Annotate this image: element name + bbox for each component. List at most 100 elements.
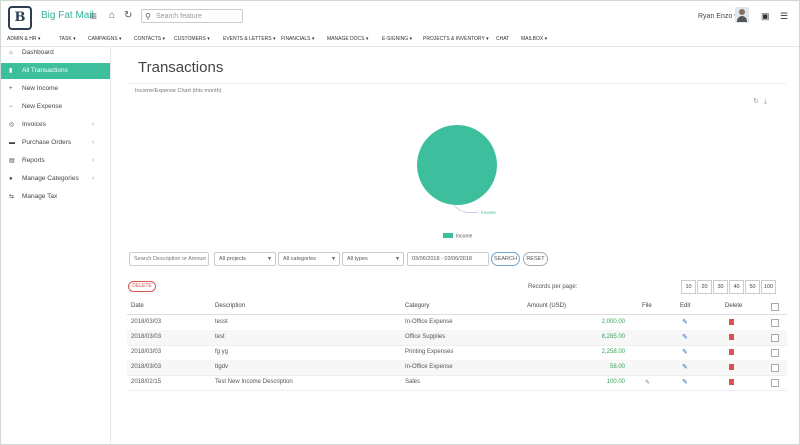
sidebar-item-reports[interactable]: ▤ Reports ‹: [1, 153, 110, 169]
menu-customers[interactable]: CUSTOMERS ▾: [174, 36, 210, 42]
table-row[interactable]: 2018/02/15 Test New Income Description Sal…: [127, 375, 787, 391]
sidebar-item-manage-tax[interactable]: ⇆ Manage Tax: [1, 189, 110, 205]
table-row[interactable]: 2018/03/03 ttgdv In-Office Expense 58.00 ✎: [127, 360, 787, 376]
delete-icon[interactable]: [729, 334, 734, 340]
reset-button[interactable]: RESET: [523, 252, 548, 266]
sidebar-item-label: New Expense: [22, 103, 63, 110]
menu-contacts[interactable]: CONTACTS ▾: [134, 36, 165, 42]
menu-events-letters[interactable]: EVENTS & LETTERS ▾: [223, 36, 276, 42]
user-list-icon[interactable]: ☰: [780, 11, 788, 22]
menu-manage-docs[interactable]: MANAGE DOCS ▾: [327, 36, 368, 42]
row-description: Test New Income Description: [215, 379, 293, 385]
edit-icon[interactable]: ✎: [682, 363, 688, 371]
delete-icon[interactable]: [729, 319, 734, 325]
row-amount: 8,285.00: [601, 334, 625, 340]
edit-icon[interactable]: ✎: [682, 378, 688, 386]
legend-label[interactable]: Income: [456, 234, 473, 240]
delete-icon[interactable]: [729, 379, 734, 385]
row-category: In-Office Expense: [405, 364, 453, 370]
menu-e-signing[interactable]: E-SIGNING ▾: [382, 36, 412, 42]
edit-icon[interactable]: ✎: [682, 318, 688, 326]
row-checkbox[interactable]: [771, 334, 779, 342]
menu-chat[interactable]: CHAT: [496, 36, 509, 42]
page-size-30-button[interactable]: 30: [713, 280, 728, 294]
app-logo[interactable]: B: [8, 6, 32, 30]
row-amount: 2,258.00: [601, 349, 625, 355]
column-amount[interactable]: Amount (USD): [527, 303, 566, 309]
table-row[interactable]: 2018/03/03 tesst In-Office Expense 2,000.00…: [127, 315, 787, 331]
delete-button[interactable]: DELETE: [128, 281, 156, 292]
sidebar-item-new-expense[interactable]: − New Expense: [1, 99, 110, 115]
edit-icon[interactable]: ✎: [682, 348, 688, 356]
menu-projects-inventory[interactable]: PROJECTS & INVENTORY ▾: [423, 36, 489, 42]
types-select[interactable]: All types ▼: [342, 252, 404, 266]
menu-mailbox[interactable]: MAILBOX ▾: [521, 36, 547, 42]
menu-campaigns[interactable]: CAMPAIGNS ▾: [88, 36, 122, 42]
projects-select[interactable]: All projects ▼: [214, 252, 276, 266]
sidebar-item-label: New Income: [22, 85, 59, 92]
row-checkbox[interactable]: [771, 364, 779, 372]
delete-icon[interactable]: [729, 364, 734, 370]
chevron-down-icon: ▼: [395, 256, 400, 262]
brand-name[interactable]: Big Fat Mail: [41, 10, 94, 21]
menu-task[interactable]: TASK ▾: [59, 36, 76, 42]
categories-select[interactable]: All categories ▼: [278, 252, 340, 266]
description-search-input[interactable]: [129, 252, 209, 266]
sidebar-item-manage-categories[interactable]: ● Manage Categories ‹: [1, 171, 110, 187]
row-amount: 100.00: [606, 379, 625, 385]
date-range-input[interactable]: 03/06/2018 - 03/06/2018: [407, 252, 489, 266]
page-size-10-button[interactable]: 10: [681, 280, 696, 294]
table-row[interactable]: 2018/03/03 fg yg Printing Expenses 2,258.00…: [127, 345, 787, 361]
row-date: 2018/03/03: [131, 364, 162, 370]
sidebar-item-all-transactions[interactable]: ▮ All Transactions: [1, 63, 110, 79]
table-header: Date Description Category Amount (USD) F…: [127, 299, 787, 315]
sidebar-item-dashboard[interactable]: ⌂ Dashboard: [1, 45, 110, 61]
row-checkbox[interactable]: [771, 349, 779, 357]
pie-slice-income[interactable]: [417, 125, 497, 205]
column-category[interactable]: Category: [405, 303, 429, 309]
refresh-icon[interactable]: ↻: [124, 10, 132, 21]
avatar[interactable]: [735, 7, 749, 23]
sidebar-item-label: Invoices: [22, 121, 46, 128]
sidebar-item-purchase-orders[interactable]: ▬ Purchase Orders ‹: [1, 135, 110, 151]
menu-admin-hr[interactable]: ADMIN & HR ▾: [7, 36, 40, 42]
category-icon: ●: [9, 176, 13, 182]
sidebar-item-invoices[interactable]: ◎ Invoices ‹: [1, 117, 110, 133]
menu-financials[interactable]: FINANCIALS ▾: [281, 36, 314, 42]
invoice-icon: ◎: [9, 122, 15, 128]
search-icon: ⚲: [145, 12, 151, 21]
delete-icon[interactable]: [729, 349, 734, 355]
row-checkbox[interactable]: [771, 379, 779, 387]
row-description: fg yg: [215, 349, 229, 355]
column-description[interactable]: Description: [215, 303, 245, 309]
sidebar-item-label: Manage Tax: [22, 193, 58, 200]
page-size-100-button[interactable]: 100: [761, 280, 776, 294]
column-date[interactable]: Date: [131, 303, 144, 309]
select-all-checkbox[interactable]: [771, 303, 779, 311]
page-size-40-button[interactable]: 40: [729, 280, 744, 294]
chevron-left-icon: ‹: [92, 121, 95, 128]
user-menu[interactable]: Ryan Enzo ▾: [698, 12, 738, 20]
row-description: tesst: [215, 319, 228, 325]
page-size-20-button[interactable]: 20: [697, 280, 712, 294]
column-edit: Edit: [680, 303, 691, 309]
sidebar-item-new-income[interactable]: + New Income: [1, 81, 110, 97]
feature-search-input[interactable]: ⚲ Search feature: [141, 9, 243, 23]
search-button[interactable]: SEARCH: [491, 252, 520, 266]
main-menu: ADMIN & HR ▾ TASK ▾ CAMPAIGNS ▾ CONTACTS…: [1, 32, 799, 47]
page-size-50-button[interactable]: 50: [745, 280, 760, 294]
chevron-down-icon: ▼: [331, 256, 336, 262]
edit-icon[interactable]: ✎: [682, 333, 688, 341]
row-checkbox[interactable]: [771, 319, 779, 327]
home-icon[interactable]: ⌂: [109, 10, 115, 21]
menu-toggle-icon[interactable]: ≡: [90, 9, 97, 23]
row-description: test: [215, 334, 225, 340]
cart-icon: ▬: [9, 140, 15, 146]
legend-swatch[interactable]: [443, 233, 453, 238]
attachment-icon[interactable]: ✎: [645, 379, 650, 386]
sidebar-item-label: Reports: [22, 157, 45, 164]
sidebar-item-label: Dashboard: [22, 49, 54, 56]
row-amount: 2,000.00: [601, 319, 625, 325]
contact-card-icon[interactable]: ▣: [761, 11, 770, 22]
table-row[interactable]: 2018/03/03 test Office Supplies 8,285.00 ✎: [127, 330, 787, 346]
